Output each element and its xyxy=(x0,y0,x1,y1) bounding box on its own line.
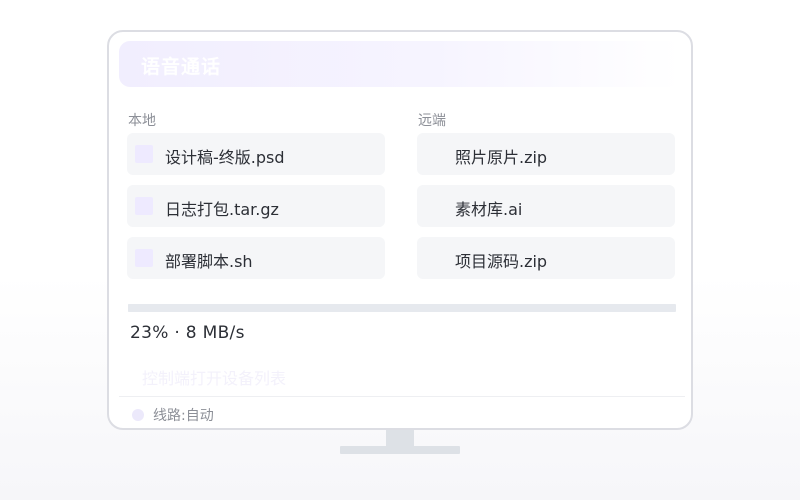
file-icon xyxy=(135,145,153,163)
local-file-name: 设计稿-终版.psd xyxy=(165,148,285,167)
transfer-progress-bar xyxy=(128,304,676,312)
remote-file-item[interactable]: 项目源码.zip xyxy=(417,237,675,279)
remote-file-item[interactable]: 照片原片.zip xyxy=(417,133,675,175)
remote-file-name: 照片原片.zip xyxy=(455,148,548,167)
monitor-stand-base xyxy=(340,446,460,454)
transfer-status: 23% · 8 MB/s xyxy=(130,323,245,343)
controller-hint: 控制端打开设备列表 xyxy=(142,369,287,388)
local-file-item[interactable]: 日志打包.tar.gz xyxy=(127,185,385,227)
monitor-frame: 语音通话 本地 远端 设计稿-终版.psd 日志打包.tar.gz 部署脚本.s… xyxy=(107,30,693,430)
route-status: 线路:自动 xyxy=(153,408,214,424)
call-header: 语音通话 xyxy=(119,41,681,87)
local-file-name: 部署脚本.sh xyxy=(165,252,253,271)
local-file-item[interactable]: 部署脚本.sh xyxy=(127,237,385,279)
local-column-label: 本地 xyxy=(128,113,156,129)
file-icon xyxy=(135,197,153,215)
transfer-progress-fill xyxy=(128,304,255,312)
remote-file-item[interactable]: 素材库.ai xyxy=(417,185,675,227)
footer-divider xyxy=(119,396,685,397)
call-title: 语音通话 xyxy=(141,56,222,78)
file-icon xyxy=(135,249,153,267)
remote-column-label: 远端 xyxy=(418,113,446,129)
local-file-name: 日志打包.tar.gz xyxy=(165,200,279,219)
monitor-stand-neck xyxy=(386,430,414,447)
local-file-item[interactable]: 设计稿-终版.psd xyxy=(127,133,385,175)
remote-file-name: 素材库.ai xyxy=(455,200,523,219)
connection-status-dot xyxy=(132,409,144,421)
remote-file-name: 项目源码.zip xyxy=(455,252,548,271)
